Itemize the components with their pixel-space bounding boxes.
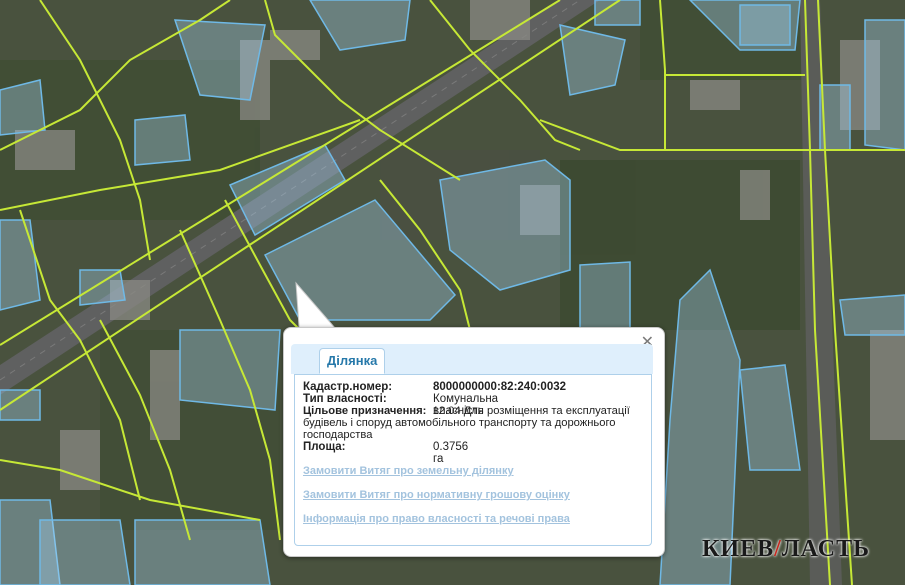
field-cadastral-number: Кадастр.номер: 8000000000:82:240:0032 [303,381,566,393]
watermark-slash: / [774,536,782,562]
field-value: 0.3756 га [433,441,469,465]
field-label: Кадастр.номер: [303,381,393,393]
field-ownership-type: Тип власності: Комунальна власність [303,393,498,417]
field-purpose-text: Цільове призначення: 12.04 Для розміщенн… [303,405,630,441]
order-extract-land-link[interactable]: Замовити Витяг про земельну ділянку [303,465,514,477]
field-label: Площа: [303,441,346,453]
parcel-details-panel: Кадастр.номер: 8000000000:82:240:0032 Ти… [294,374,652,546]
ownership-rights-info-link[interactable]: Інформація про право власності та речові… [303,513,570,525]
watermark-logo: КИЕВ/ЛАСТЬ [702,536,882,562]
field-label: Тип власності: [303,393,387,405]
parcel-info-popup: ✕ Ділянка Кадастр.номер: 8000000000:82:2… [283,327,665,557]
field-area: Площа: 0.3756 га [303,441,468,465]
watermark-part-1: КИЕВ [702,536,775,562]
field-purpose: Цільове призначення: 12.04 Для розміщенн… [303,405,643,441]
tab-parcel[interactable]: Ділянка [319,348,386,374]
order-extract-valuation-link[interactable]: Замовити Витяг про нормативну грошову оц… [303,489,570,501]
watermark-part-2: ЛАСТЬ [781,536,870,562]
field-label: Цільове призначення: [303,405,427,417]
field-value: 8000000000:82:240:0032 [433,381,567,393]
